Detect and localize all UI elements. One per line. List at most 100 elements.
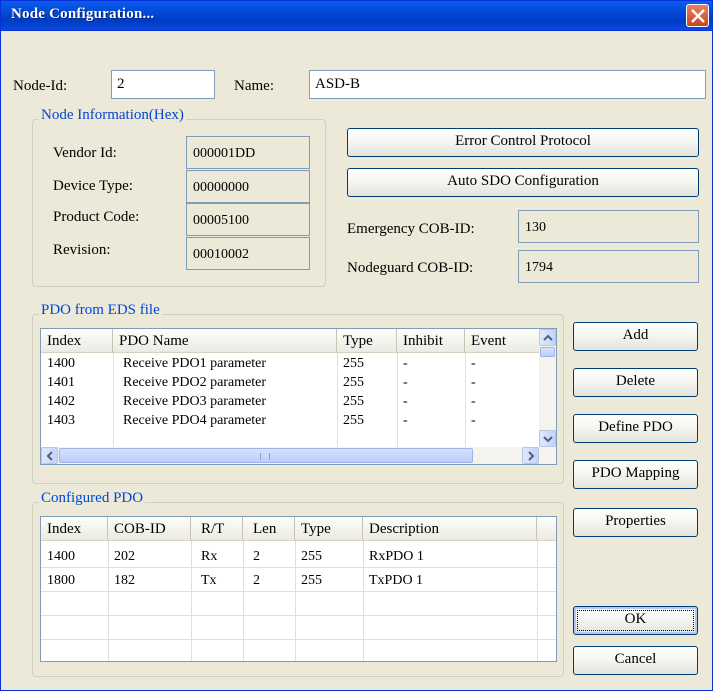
configured-pdo-legend: Configured PDO bbox=[39, 490, 146, 507]
vendor-id-value: 000001DD bbox=[186, 136, 310, 169]
name-field[interactable]: ASD-B bbox=[309, 70, 706, 99]
window-title: Node Configuration... bbox=[11, 6, 155, 22]
column-header[interactable]: Inhibit bbox=[397, 329, 465, 353]
pdo-eds-list[interactable]: Index PDO Name Type Inhibit Event 1400 R… bbox=[40, 328, 557, 465]
cell-type: 255 bbox=[301, 549, 322, 564]
pdo-mapping-button[interactable]: PDO Mapping bbox=[573, 460, 698, 489]
column-header[interactable]: Index bbox=[41, 329, 113, 353]
grip-icon bbox=[260, 453, 270, 460]
node-id-field[interactable]: 2 bbox=[111, 70, 215, 99]
cell-len: 2 bbox=[253, 573, 260, 588]
grid-line bbox=[41, 639, 556, 640]
delete-button[interactable]: Delete bbox=[573, 368, 698, 397]
name-label: Name: bbox=[234, 78, 274, 94]
column-header[interactable]: Index bbox=[41, 517, 108, 541]
cell-pdo-name: Receive PDO4 parameter bbox=[123, 413, 267, 428]
table-row[interactable]: 1403 Receive PDO4 parameter 255 - - bbox=[41, 411, 541, 430]
table-row[interactable]: 1401 Receive PDO2 parameter 255 - - bbox=[41, 373, 541, 392]
add-button[interactable]: Add bbox=[573, 322, 698, 351]
cell-pdo-name: Receive PDO3 parameter bbox=[123, 394, 267, 409]
emergency-cob-id-value: 130 bbox=[518, 210, 699, 243]
column-header[interactable]: Event bbox=[465, 329, 541, 353]
configured-pdo-header: Index COB-ID R/T Len Type Description bbox=[41, 517, 556, 541]
cell-type: 255 bbox=[343, 356, 364, 371]
revision-value: 00010002 bbox=[186, 237, 310, 270]
cell-type: 255 bbox=[343, 413, 364, 428]
cell-description: TxPDO 1 bbox=[369, 573, 424, 588]
cell-description: RxPDO 1 bbox=[369, 549, 424, 564]
node-configuration-dialog: Node Configuration... Node-Id: 2 Name: A… bbox=[0, 0, 713, 691]
cell-index: 1800 bbox=[47, 573, 75, 588]
scroll-right-button[interactable] bbox=[522, 447, 539, 464]
cell-inhibit: - bbox=[403, 356, 408, 371]
grid-line bbox=[41, 615, 556, 616]
chevron-down-icon bbox=[543, 436, 553, 443]
horizontal-scrollbar[interactable] bbox=[41, 447, 556, 464]
cell-index: 1402 bbox=[47, 394, 75, 409]
error-control-protocol-button[interactable]: Error Control Protocol bbox=[347, 128, 699, 157]
cell-pdo-name: Receive PDO2 parameter bbox=[123, 375, 267, 390]
table-row[interactable]: 1400 Receive PDO1 parameter 255 - - bbox=[41, 354, 541, 373]
vendor-id-label: Vendor Id: bbox=[53, 145, 117, 161]
pdo-eds-header: Index PDO Name Type Inhibit Event bbox=[41, 329, 541, 353]
column-header[interactable]: Description bbox=[363, 517, 537, 541]
table-row[interactable]: 1800 182 Tx 2 255 TxPDO 1 bbox=[41, 571, 556, 590]
define-pdo-button[interactable]: Define PDO bbox=[573, 414, 698, 443]
nodeguard-cob-id-label: Nodeguard COB-ID: bbox=[347, 260, 474, 276]
configured-pdo-list[interactable]: Index COB-ID R/T Len Type Description 14… bbox=[40, 516, 557, 662]
close-button[interactable] bbox=[686, 4, 709, 27]
cell-type: 255 bbox=[301, 573, 322, 588]
pdo-eds-legend: PDO from EDS file bbox=[39, 302, 162, 319]
grid-line bbox=[41, 567, 556, 568]
cell-index: 1401 bbox=[47, 375, 75, 390]
horizontal-scroll-thumb[interactable] bbox=[59, 448, 473, 463]
cell-inhibit: - bbox=[403, 394, 408, 409]
properties-button[interactable]: Properties bbox=[573, 508, 698, 537]
revision-label: Revision: bbox=[53, 242, 111, 258]
cell-index: 1403 bbox=[47, 413, 75, 428]
column-header[interactable]: COB-ID bbox=[108, 517, 191, 541]
cell-inhibit: - bbox=[403, 413, 408, 428]
grid-line bbox=[41, 591, 556, 592]
cell-rt: Tx bbox=[201, 573, 217, 588]
vertical-scroll-thumb[interactable] bbox=[540, 347, 555, 357]
column-header[interactable]: Type bbox=[337, 329, 397, 353]
chevron-up-icon bbox=[543, 334, 553, 341]
cancel-button[interactable]: Cancel bbox=[573, 646, 698, 675]
chevron-left-icon bbox=[46, 451, 53, 461]
cell-rt: Rx bbox=[201, 549, 218, 564]
product-code-value: 00005100 bbox=[186, 203, 310, 236]
cell-len: 2 bbox=[253, 549, 260, 564]
cell-event: - bbox=[471, 413, 476, 428]
column-header[interactable]: Type bbox=[295, 517, 363, 541]
table-row[interactable]: 1400 202 Rx 2 255 RxPDO 1 bbox=[41, 547, 556, 566]
cell-event: - bbox=[471, 394, 476, 409]
vertical-scrollbar[interactable] bbox=[539, 329, 556, 447]
device-type-value: 00000000 bbox=[186, 170, 310, 203]
node-information-legend: Node Information(Hex) bbox=[39, 107, 186, 124]
chevron-right-icon bbox=[528, 451, 535, 461]
title-bar[interactable]: Node Configuration... bbox=[1, 1, 712, 31]
cell-type: 255 bbox=[343, 394, 364, 409]
focus-rect bbox=[577, 610, 694, 631]
close-icon bbox=[691, 9, 705, 23]
scroll-up-button[interactable] bbox=[539, 329, 556, 346]
cell-index: 1400 bbox=[47, 549, 75, 564]
product-code-label: Product Code: bbox=[53, 209, 140, 225]
table-row[interactable]: 1402 Receive PDO3 parameter 255 - - bbox=[41, 392, 541, 411]
cell-event: - bbox=[471, 356, 476, 371]
nodeguard-cob-id-value: 1794 bbox=[518, 250, 699, 283]
cell-index: 1400 bbox=[47, 356, 75, 371]
scroll-left-button[interactable] bbox=[41, 447, 58, 464]
cell-type: 255 bbox=[343, 375, 364, 390]
device-type-label: Device Type: bbox=[53, 178, 133, 194]
scroll-down-button[interactable] bbox=[539, 430, 556, 447]
emergency-cob-id-label: Emergency COB-ID: bbox=[347, 221, 475, 237]
cell-event: - bbox=[471, 375, 476, 390]
column-header[interactable]: Len bbox=[243, 517, 295, 541]
auto-sdo-configuration-button[interactable]: Auto SDO Configuration bbox=[347, 168, 699, 197]
ok-button[interactable]: OK bbox=[573, 606, 698, 635]
node-id-label: Node-Id: bbox=[13, 78, 68, 94]
column-header[interactable]: PDO Name bbox=[113, 329, 337, 353]
column-header[interactable]: R/T bbox=[191, 517, 243, 541]
